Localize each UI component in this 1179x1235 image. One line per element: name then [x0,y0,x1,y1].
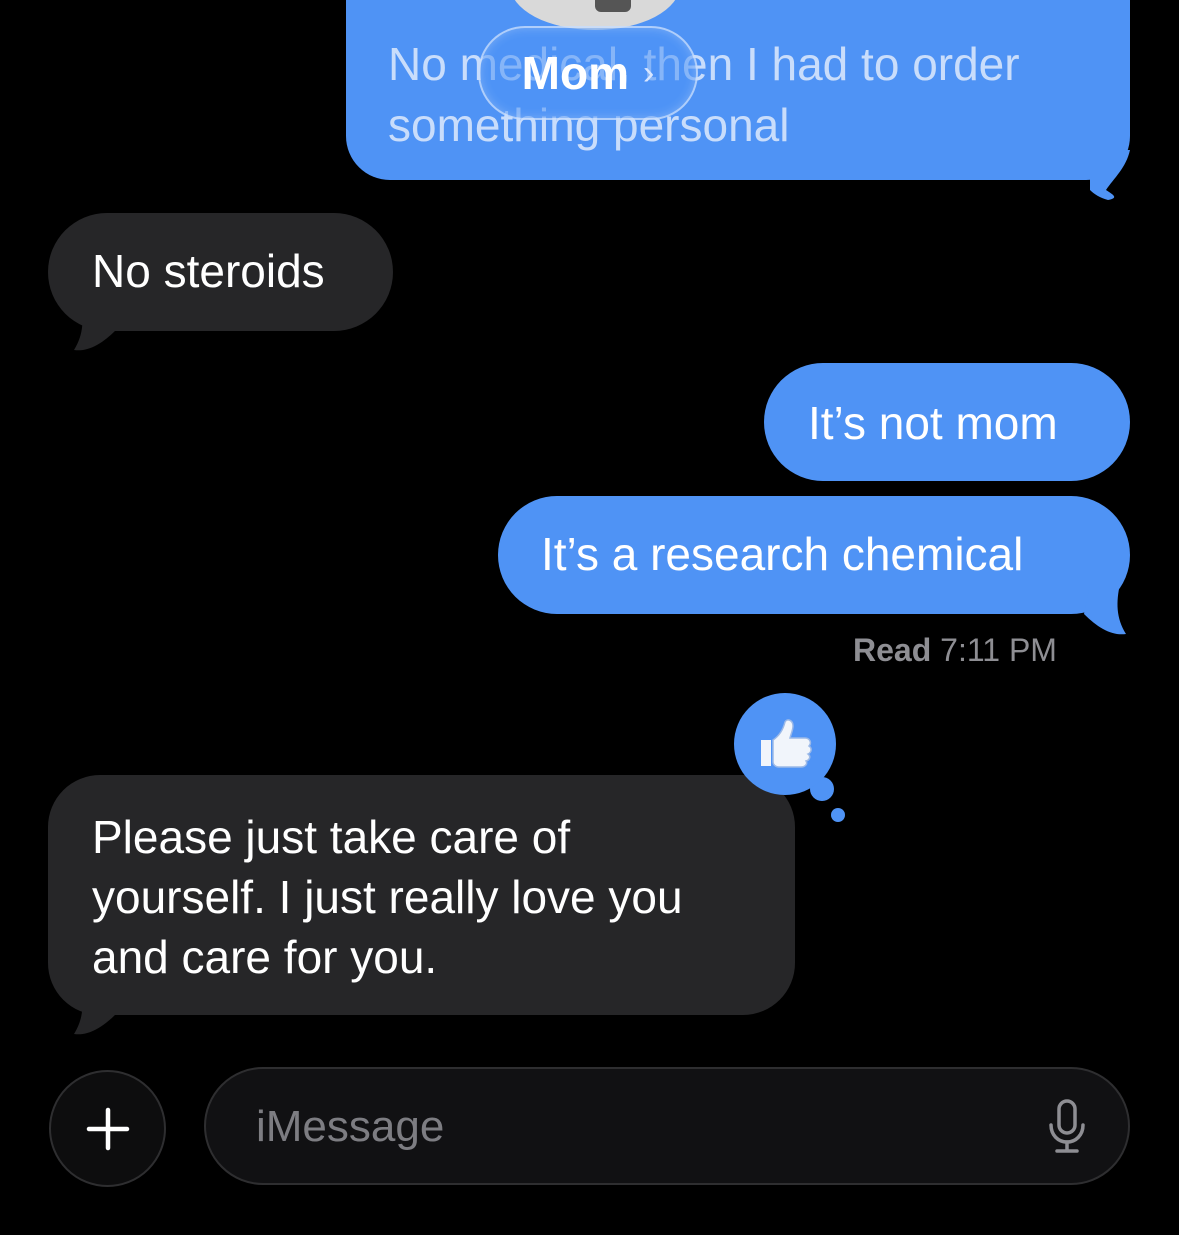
bubble-tail [74,984,116,1035]
bubble-tail [74,300,116,351]
plus-icon [86,1107,129,1150]
message-text-line: Please just take care of [92,811,571,863]
microphone-icon[interactable] [1048,1099,1086,1155]
chevron-right-icon: › [643,53,655,92]
message-bubble-outgoing[interactable]: It’s a research chemical [498,496,1130,614]
bubble-tail [1090,150,1130,200]
message-bubble-incoming[interactable]: Please just take care of yourself. I jus… [48,775,795,1015]
message-text: No steroids [92,245,325,297]
contact-name-pill[interactable]: Mom › [478,26,698,120]
message-text-line: and care for you. [92,931,438,983]
read-label: Read [853,632,932,668]
read-receipt: Read 7:11 PM [853,632,1057,669]
read-time: 7:11 PM [940,632,1057,668]
thumbs-up-icon[interactable] [734,693,836,795]
message-text-line: yourself. I just really love you [92,871,683,923]
message-bubble-outgoing[interactable]: It’s not mom [764,363,1130,481]
bubble-tail [1084,584,1126,635]
contact-name: Mom [521,47,629,99]
message-text: It’s a research chemical [541,528,1024,580]
message-bubble-outgoing[interactable]: No medical, then I had to order somethin… [346,0,1130,180]
message-input-placeholder: iMessage [256,1102,445,1151]
reaction-tail-dot [831,808,845,822]
plus-button[interactable] [49,1070,166,1187]
message-input[interactable]: iMessage [204,1067,1130,1185]
message-text: It’s not mom [808,397,1058,449]
